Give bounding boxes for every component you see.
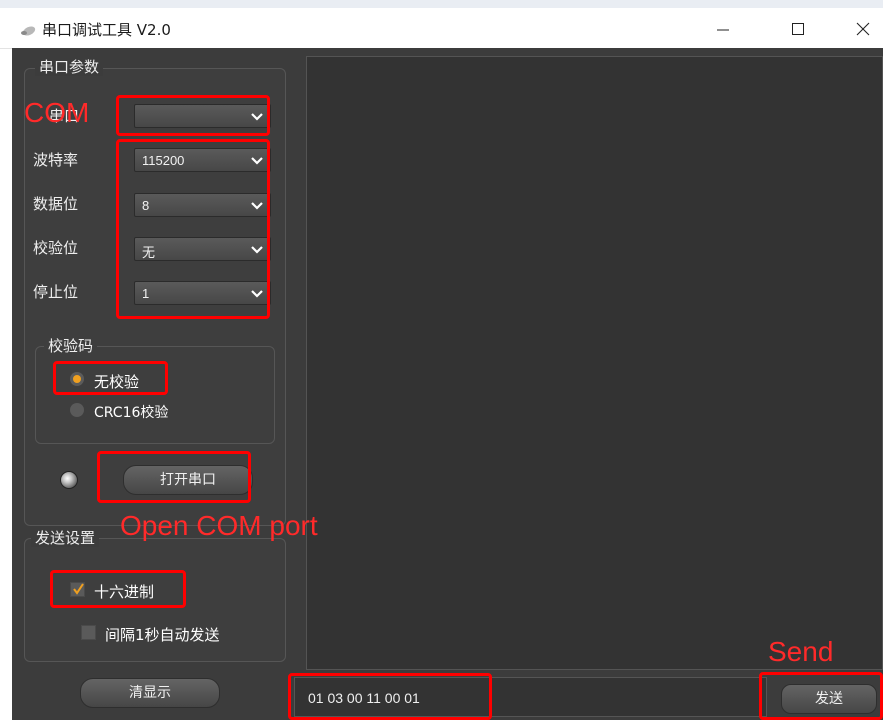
clear-display-button[interactable]: 清显示 (80, 678, 220, 708)
status-led-icon (60, 471, 78, 489)
parity-label: 校验位 (33, 239, 79, 257)
highlight-port-box (116, 95, 270, 136)
highlight-hex-box (50, 570, 186, 608)
window-title: 串口调试工具 V2.0 (42, 21, 171, 39)
highlight-send-box (759, 672, 883, 720)
receive-textarea[interactable] (306, 56, 883, 670)
background-strip (0, 0, 883, 8)
stop-bits-label: 停止位 (33, 283, 79, 301)
minimize-icon[interactable] (703, 16, 743, 42)
checksum-title: 校验码 (44, 337, 98, 355)
radio-off-icon (70, 403, 84, 417)
highlight-checksum-box (53, 361, 168, 395)
highlight-input-box (288, 673, 492, 720)
baud-rate-label: 波特率 (33, 151, 79, 169)
annotation-com: COM (24, 97, 90, 128)
highlight-params-box (116, 139, 270, 319)
checkbox-empty-icon (81, 625, 96, 640)
title-bar: 串口调试工具 V2.0 (0, 8, 883, 49)
annotation-open-port: Open COM port (120, 510, 318, 541)
crc16-radio[interactable]: CRC16校验 (70, 401, 210, 421)
send-settings-title: 发送设置 (31, 529, 100, 547)
auto-send-checkbox[interactable]: 间隔1秒自动发送 (81, 623, 271, 644)
serial-params-title: 串口参数 (35, 58, 104, 76)
annotation-send: Send (768, 636, 834, 667)
close-icon[interactable] (843, 16, 883, 42)
app-icon (20, 22, 36, 36)
maximize-icon[interactable] (778, 16, 818, 42)
data-bits-label: 数据位 (33, 195, 79, 213)
highlight-open-box (97, 451, 251, 503)
